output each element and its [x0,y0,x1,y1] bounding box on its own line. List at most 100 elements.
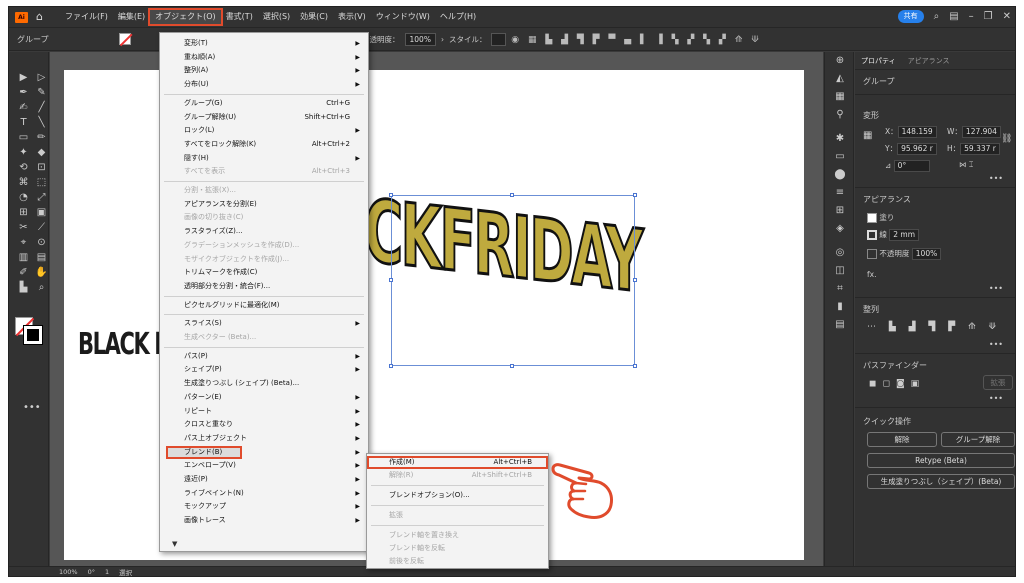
tab-properties[interactable]: プロパティ [855,56,902,66]
flip-icons[interactable]: ⋈ ⌶ [959,160,973,170]
object-menu-item[interactable]: グループ(G) Ctrl+G [160,97,368,111]
blend-menu-item[interactable]: 作成(M) Alt+Ctrl+B [367,456,548,469]
more-options-icon[interactable]: ••• [989,394,1003,403]
scale-tool-icon[interactable]: ⊡ [34,162,49,174]
reference-point-icon[interactable]: ▦ [863,130,872,141]
bbox-handle[interactable] [389,278,393,282]
fill-swatch[interactable] [118,33,131,45]
stroke-panel-icon[interactable]: ▭ [825,148,855,166]
blend-menu-item[interactable]: ブレンド軸を置き換え [367,529,548,542]
object-menu-item[interactable]: 隠す(H) [160,152,368,166]
rotation-select[interactable]: 0° [88,568,95,576]
object-menu-item[interactable]: エンベロープ(V) [160,459,368,473]
selection-tool-icon[interactable]: ▶ [16,72,31,84]
artboard-number[interactable]: 1 [105,568,109,576]
rotate-tool-icon[interactable]: ⟲ [16,162,31,174]
fill-row[interactable]: 塗り [867,212,894,223]
w-field[interactable]: W： 127.904 [947,126,1001,138]
scissors-icon[interactable]: ✂ [16,222,31,234]
menu-item[interactable]: 書式(T) [221,10,258,24]
zoom-select[interactable]: 100% [59,568,78,576]
link-icon[interactable]: ⛓ [1001,134,1012,144]
fill-stroke-widget[interactable] [15,317,43,345]
shaper-tool-icon[interactable]: ✦ [16,147,31,159]
bbox-handle[interactable] [633,364,637,368]
chevron-right-icon[interactable]: › [441,35,444,44]
generative-fill-button[interactable]: 生成塗りつぶし（シェイプ）(Beta) [867,474,1015,489]
bbox-handle[interactable] [633,278,637,282]
object-menu-item[interactable]: グループ解除(U) Shift+Ctrl+G [160,111,368,125]
blend-tool-icon[interactable]: ⌖ [16,237,31,249]
object-menu-item[interactable]: パス(P) [160,350,368,364]
bbox-handle[interactable] [389,193,393,197]
bbox-handle[interactable] [510,364,514,368]
object-menu-item[interactable]: 整列(A) [160,64,368,78]
brushes-icon[interactable]: ▦ [825,88,855,106]
object-menu-item[interactable]: ライブペイント(N) [160,487,368,501]
pathfinder-expand-button[interactable]: 拡張 [983,375,1013,390]
opacity-input[interactable]: 100% [404,33,436,46]
hand-tool-icon[interactable]: ✋ [34,267,49,279]
object-menu-item[interactable]: モザイクオブジェクトを作成(J)... [160,253,368,267]
object-menu-item[interactable]: モックアップ [160,500,368,514]
search-icon[interactable]: ⌕ [934,11,940,22]
pen-tool-icon[interactable]: ✍ [16,102,31,114]
artboard-tool-icon[interactable]: ▤ [34,252,49,264]
menu-item[interactable]: 編集(E) [113,10,150,24]
pathfinder-buttons[interactable]: ◼◻◙▣ [869,379,925,389]
symbol-sprayer-icon[interactable]: ⊙ [34,237,49,249]
align-icons[interactable]: ◉ ▦ ▙ ▟ ▜ ▛ ▀ ▄ ▌ ▐ ▚ ▞ ▚ ▞ ⟰ ⟱ [511,35,761,45]
rectangle-tool-icon[interactable]: ▭ [16,132,31,144]
home-icon[interactable]: ⌂ [36,11,48,23]
opacity-row[interactable]: 不透明度 100% [867,248,942,260]
release-button[interactable]: 解除 [867,432,937,447]
magic-wand-icon[interactable]: ✒ [16,87,31,99]
minimize-icon[interactable]: – [969,11,974,22]
eraser-tool-icon[interactable]: ◆ [34,147,49,159]
object-menu-item[interactable]: リピート [160,405,368,419]
object-menu-item[interactable]: 分割・拡張(X)... [160,184,368,198]
free-transform-icon[interactable]: ⬚ [34,177,49,189]
object-menu-item[interactable]: グラデーションメッシュを作成(D)... [160,239,368,253]
curvature-tool-icon[interactable]: ╱ [34,102,49,114]
bbox-handle[interactable] [389,364,393,368]
bbox-handle[interactable] [633,193,637,197]
object-menu-item[interactable]: 生成塗りつぶし (シェイプ) (Beta)... [160,377,368,391]
object-menu-item[interactable]: 遠近(P) [160,473,368,487]
more-tools-icon[interactable]: ••• [23,402,41,413]
x-field[interactable]: X： 148.159 [885,126,937,138]
more-options-icon[interactable]: ••• [989,284,1003,293]
shape-builder-icon[interactable]: ◔ [16,192,31,204]
bbox-handle[interactable] [510,193,514,197]
share-button[interactable]: 共有 [897,10,924,23]
direct-selection-tool-icon[interactable]: ▷ [34,72,49,84]
layers-icon[interactable]: ◈ [825,220,855,238]
align-tool-icon[interactable]: ▙ [16,282,31,294]
line-tool-icon[interactable]: ╲ [34,117,49,129]
more-options-icon[interactable]: ••• [989,174,1003,183]
object-menu-item[interactable]: 画像トレース [160,514,368,528]
gradient-tool-icon[interactable]: ▣ [34,207,49,219]
type-tool-icon[interactable]: T [16,117,31,129]
more-options-icon[interactable]: ••• [989,340,1003,349]
links-icon[interactable]: ◎ [825,244,855,262]
blend-menu-item[interactable]: 前後を反転 [367,555,548,568]
object-menu-item[interactable]: 重ね順(A) [160,51,368,65]
object-menu-item[interactable]: 変形(T) [160,37,368,51]
status-mode[interactable]: 選択 [119,567,132,577]
object-menu-item[interactable]: 画像の切り抜き(C) [160,211,368,225]
align-buttons[interactable]: ⋯ ▙ ▟ ▜ ▛ ⟰ ⟱ [867,322,1001,332]
object-menu-item[interactable]: アピアランスを分割(E) [160,198,368,212]
fx-button[interactable]: fx. [867,270,876,279]
appearance-icon[interactable]: ⊞ [825,202,855,220]
close-icon[interactable]: ✕ [1003,11,1011,22]
object-menu-item[interactable]: すべてを表示 Alt+Ctrl+3 [160,165,368,179]
tab-appearance[interactable]: アピアランス [902,56,956,66]
swatches-icon[interactable]: ◭ [825,70,855,88]
selection-bounding-box[interactable] [389,193,637,368]
style-swatch[interactable] [491,33,507,46]
object-menu-item[interactable]: ブレンド(B) [166,445,242,460]
object-menu-item[interactable]: シェイプ(P) [160,363,368,377]
object-menu-item[interactable]: すべてをロック解除(K) Alt+Ctrl+2 [160,138,368,152]
blend-menu-item[interactable]: ブレンドオプション(O)... [367,489,548,502]
